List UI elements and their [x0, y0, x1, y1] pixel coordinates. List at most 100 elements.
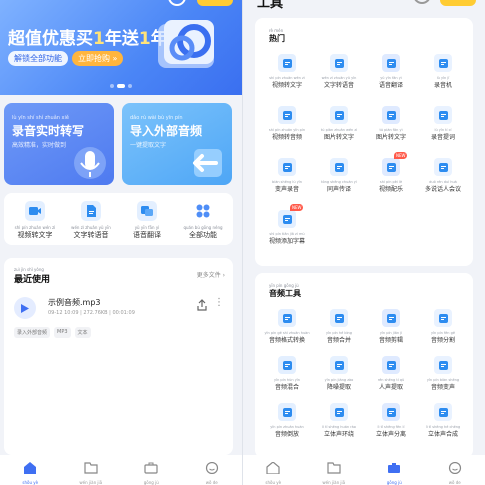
tools-header: 工具: [257, 0, 284, 11]
recent-section: zuì jìn shǐ yòng 最近使用 更多文件 › 示例音频.mp3 09…: [4, 258, 233, 455]
tool-icon: [382, 403, 400, 421]
tool-item[interactable]: rén shēng tí qǔ 人声提取: [365, 356, 417, 391]
tool-icon: [434, 356, 452, 374]
tool-item[interactable]: wén zì zhuǎn yǔ yīn 文字转语音: [313, 54, 365, 89]
tab-home[interactable]: shǒu yè: [243, 455, 304, 485]
tab-pinyin: wǒ de: [448, 480, 461, 485]
vip-pill[interactable]: [440, 0, 476, 6]
tool-icon: [382, 106, 400, 124]
grid-icon: [193, 201, 213, 221]
tool-label: 语音翻译: [378, 82, 403, 89]
tab-pinyin: wǒ de: [205, 480, 218, 485]
tool-icon: [278, 356, 296, 374]
quick-label: 语音翻译: [133, 231, 161, 239]
realtime-transcribe-card[interactable]: lù yīn shí shí zhuǎn xiě 录音实时转写 高效精准，实时做…: [4, 103, 114, 185]
tool-item[interactable]: lù yīn tí cí 录音提词: [417, 106, 469, 141]
home-icon: [266, 461, 280, 475]
tab-folder[interactable]: wén jiàn jiā: [61, 455, 122, 485]
tool-item[interactable]: NEW shì pín pèi lè 视频配乐: [365, 152, 417, 193]
import-audio-card[interactable]: dǎo rù wài bù yīn pín 导入外部音频 一键提取文字: [122, 103, 232, 185]
tools-screen: 工具 rè mén 热门 shì pín zhuǎn wén zì 视频转文字 wé…: [243, 0, 485, 485]
tool-item[interactable]: lì tǐ shēng hé chéng 立体声合成: [417, 403, 469, 438]
quick-label: 全部功能: [189, 231, 217, 239]
tab-folder[interactable]: wén jiàn jiā: [304, 455, 365, 485]
tool-icon: [382, 356, 400, 374]
tool-item[interactable]: yīn pín biàn shēng 音频变声: [417, 356, 469, 391]
tool-icon: [330, 403, 348, 421]
buy-now-button[interactable]: 立即抢购 »: [72, 51, 124, 66]
tool-label: 人声提取: [378, 384, 403, 391]
tab-tools[interactable]: gōng jù: [121, 455, 182, 485]
more-files-link[interactable]: 更多文件 ›: [197, 270, 225, 279]
banner-illustration: [158, 20, 214, 68]
tool-item[interactable]: lù yīn jī 录音机: [417, 54, 469, 89]
tool-item[interactable]: tóng shēng chuán yì 同声传译: [313, 158, 365, 193]
tool-label: 视频配乐: [378, 186, 403, 193]
quick-text-to-speech[interactable]: wén zì zhuǎn yǔ yīn 文字转语音: [66, 201, 116, 240]
tool-label: 立体声合成: [427, 431, 458, 438]
tool-item[interactable]: yīn pín zhuǎn huàn 音频倒放: [261, 403, 313, 438]
tool-item[interactable]: tú piàn fān yì 图片转文字: [365, 106, 417, 141]
tool-item[interactable]: duō rén duì huà 多说话人会议: [417, 158, 469, 193]
tool-label: 音频格式转换: [268, 337, 305, 344]
tool-icon: NEW: [382, 152, 408, 176]
tool-item[interactable]: shì pín zhuǎn wén zì 视频转文字: [261, 54, 313, 89]
tab-pinyin: wén jiàn jiā: [322, 480, 346, 485]
tab-tools[interactable]: gōng jù: [364, 455, 425, 485]
video-icon: [25, 201, 45, 221]
tool-label: 立体声分离: [375, 431, 406, 438]
audio-title: 音频工具: [269, 289, 301, 298]
tool-item[interactable]: lì tǐ shēng huán rào 立体声环绕: [313, 403, 365, 438]
quick-video-to-text[interactable]: shì pín zhuǎn wén zì 视频转文字: [10, 201, 60, 240]
card-subtitle: 高效精准，实时做到: [12, 142, 67, 149]
top-icon[interactable]: [413, 0, 431, 4]
hot-title: 热门: [269, 34, 285, 43]
tool-label: 音频变声: [430, 384, 455, 391]
more-options-icon[interactable]: ⋮: [214, 298, 224, 308]
tool-label: 同声传译: [326, 186, 351, 193]
hot-tools-panel: rè mén 热门 shì pín zhuǎn wén zì 视频转文字 wén z…: [255, 18, 473, 266]
quick-all-features[interactable]: quán bù gōng néng 全部功能: [178, 201, 228, 240]
tool-item[interactable]: yīn pín gé shì zhuǎn huàn 音频格式转换: [261, 309, 313, 344]
recent-title: 最近使用: [14, 275, 51, 285]
toolbox-icon: [388, 463, 401, 473]
tool-icon: [434, 158, 452, 176]
file-tag: MP3: [54, 327, 71, 338]
tab-home[interactable]: shǒu yè: [0, 455, 61, 485]
tool-item[interactable]: biàn shēng lù yīn 变声录音: [261, 158, 313, 193]
tool-item[interactable]: yīn pín hùn yīn 音频混合: [261, 356, 313, 391]
tool-item[interactable]: lì tǐ shēng fēn lí 立体声分离: [365, 403, 417, 438]
top-icon[interactable]: [168, 0, 186, 6]
tool-item[interactable]: yīn pín hé bìng 音频合并: [313, 309, 365, 344]
tab-mine[interactable]: wǒ de: [182, 455, 243, 485]
tool-item[interactable]: yīn pín jiǎn jí 音频剪辑: [365, 309, 417, 344]
tool-item[interactable]: yǔ yīn fān yì 语音翻译: [365, 54, 417, 89]
tool-item[interactable]: shì pín zhuǎn yīn pín 视频转音频: [261, 106, 313, 141]
tool-icon: [330, 356, 348, 374]
tool-label: 图片转文字: [323, 134, 354, 141]
promo-banner[interactable]: 超值优惠买1年送1年 解锁全部功能 立即抢购 »: [0, 0, 242, 95]
tool-label: 视频转文字: [271, 82, 302, 89]
vip-pill[interactable]: [197, 0, 233, 6]
tool-icon: [434, 403, 452, 421]
tab-mine[interactable]: wǒ de: [425, 455, 485, 485]
tool-item[interactable]: tú piàn zhuǎn wén zì 图片转文字: [313, 106, 365, 141]
folder-icon: [84, 462, 98, 474]
tool-item[interactable]: yīn pín fēn gē 音频分割: [417, 309, 469, 344]
card-title: 录音实时转写: [12, 124, 85, 138]
play-icon[interactable]: [14, 297, 36, 319]
unlock-chip[interactable]: 解锁全部功能: [8, 51, 68, 66]
tool-icon: [434, 309, 452, 327]
tool-icon: [382, 309, 400, 327]
tool-icon: [330, 106, 348, 124]
quick-voice-translate[interactable]: yǔ yīn fān yì 语音翻译: [122, 201, 172, 240]
tab-pinyin: shǒu yè: [265, 480, 282, 485]
recent-file-item[interactable]: 示例音频.mp3 09-12 10:09 | 272.76KB | 00:01:…: [14, 293, 226, 343]
tool-label: 录音机: [433, 82, 452, 89]
tab-bar: shǒu yè wén jiàn jiā gōng jù wǒ de: [0, 455, 242, 485]
tool-item[interactable]: NEW shì pín tiān jiā zì mù 视频添加字幕: [261, 204, 313, 245]
share-icon[interactable]: [196, 299, 208, 311]
tab-pinyin: wén jiàn jiā: [79, 480, 103, 485]
tool-item[interactable]: yīn pín jiàng zào 降噪提取: [313, 356, 365, 391]
tab-pinyin: gōng jù: [386, 480, 402, 485]
